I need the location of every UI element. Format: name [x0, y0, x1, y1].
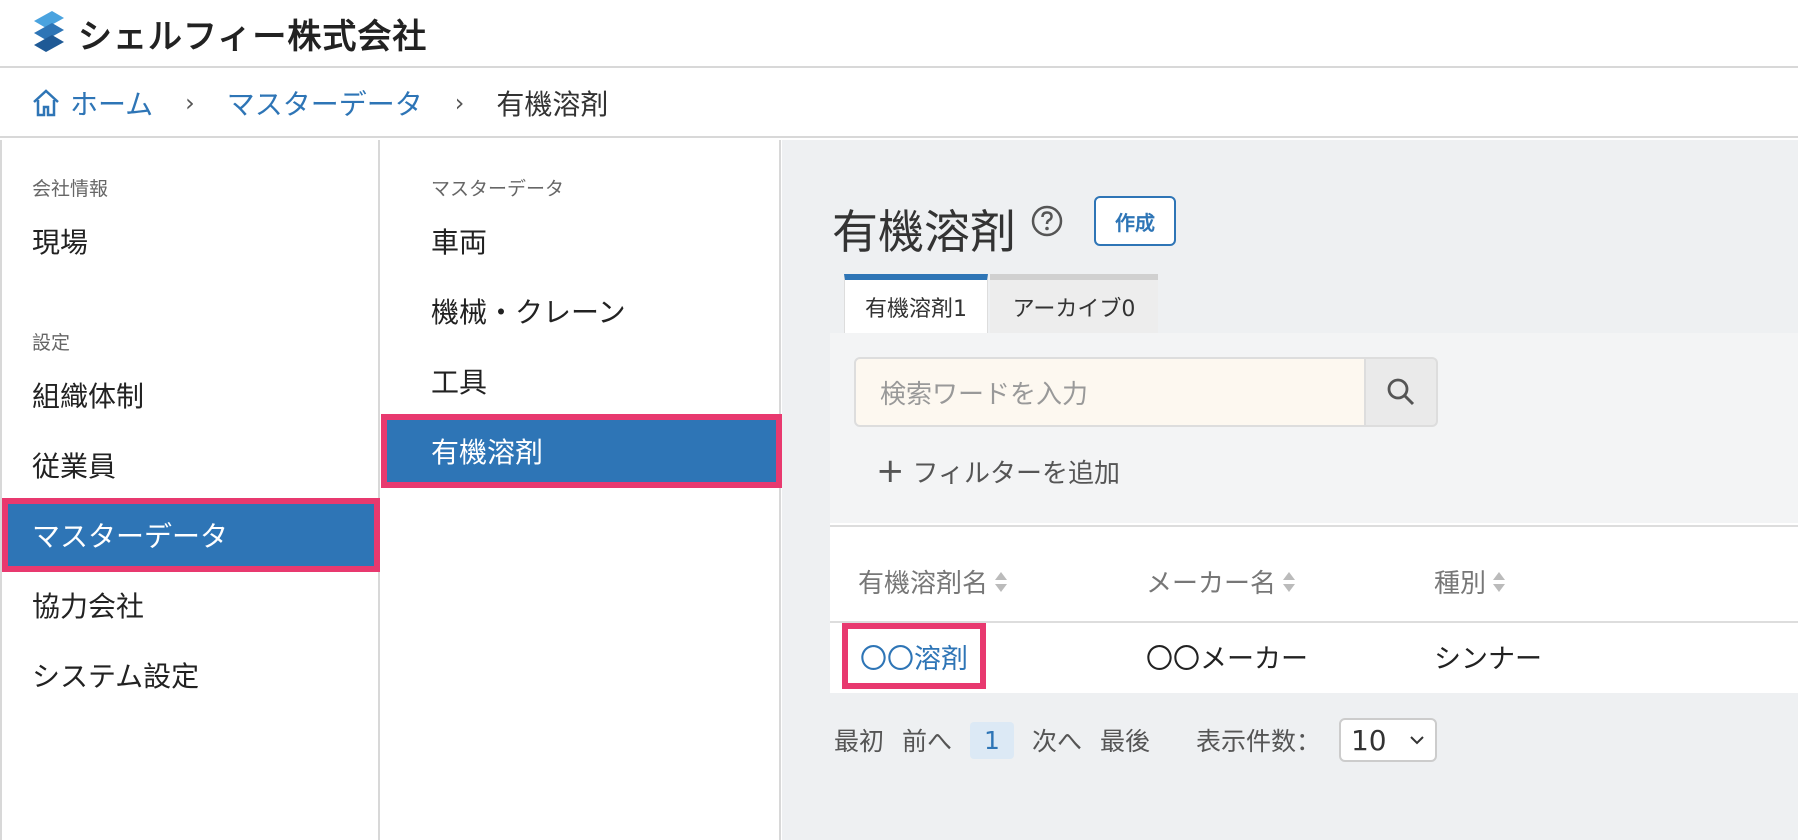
section-label-settings: 設定: [32, 332, 71, 354]
search-input[interactable]: 検索ワードを入力: [854, 357, 1366, 427]
sidebar-item-partner[interactable]: 協力会社: [2, 568, 380, 642]
pager-next[interactable]: 次へ: [1032, 722, 1082, 758]
search-button[interactable]: [1366, 357, 1438, 427]
logo-icon: [34, 11, 64, 52]
sidebar-item-machine[interactable]: 機械・クレーン: [381, 274, 782, 348]
pagination: 最初 前へ 1 次へ 最後 表示件数： 10: [834, 718, 1437, 762]
section-label-master: マスターデータ: [431, 178, 565, 200]
column-header-type-label: 種別: [1434, 569, 1487, 599]
settings-sidebar: 会社情報 現場 設定 組織体制 従業員 マスターデータ 協力会社 システム設定: [0, 140, 380, 840]
company-name: シェルフィー株式会社: [78, 16, 428, 57]
tab-solvent[interactable]: 有機溶剤1: [844, 274, 988, 334]
column-header-maker[interactable]: メーカー名: [1146, 563, 1296, 600]
per-page-select[interactable]: 10: [1338, 718, 1437, 762]
sidebar-item-system[interactable]: システム設定: [2, 638, 380, 712]
search-area: 検索ワードを入力 + フィルターを追加: [830, 333, 1798, 523]
breadcrumb: ホーム › マスターデータ › 有機溶剤: [0, 70, 1798, 138]
per-page-label: 表示件数：: [1195, 727, 1321, 756]
sidebar-item-solvent[interactable]: 有機溶剤: [381, 414, 782, 488]
section-label-company: 会社情報: [32, 178, 109, 200]
type-cell: シンナー: [1434, 644, 1542, 675]
add-filter-button[interactable]: + フィルターを追加: [876, 451, 1120, 491]
home-icon: [33, 89, 59, 117]
maker-cell: 〇〇メーカー: [1146, 644, 1308, 675]
sidebar-item-site[interactable]: 現場: [2, 204, 380, 278]
main-content: 有機溶剤 作成 有機溶剤1 アーカイブ0 検索ワードを入力 + フィルターを追加…: [782, 140, 1798, 840]
page-title: 有機溶剤: [832, 205, 1016, 259]
column-header-type[interactable]: 種別: [1434, 563, 1506, 600]
column-header-maker-label: メーカー名: [1146, 569, 1277, 599]
breadcrumb-home-label: ホーム: [70, 88, 154, 121]
column-header-name[interactable]: 有機溶剤名: [858, 563, 1008, 600]
sidebar-item-master[interactable]: マスターデータ: [2, 498, 380, 572]
help-icon[interactable]: [1030, 204, 1064, 238]
list-panel: 検索ワードを入力 + フィルターを追加 有機溶剤名 メーカー名 種別 〇〇溶剤 …: [830, 333, 1798, 693]
chevron-right-icon: ›: [185, 89, 195, 117]
pager-first[interactable]: 最初: [834, 722, 884, 758]
sidebar-item-employees[interactable]: 従業員: [2, 428, 380, 502]
sidebar-item-tools[interactable]: 工具: [381, 344, 782, 418]
plus-icon: +: [876, 451, 905, 491]
per-page-value: 10: [1350, 723, 1387, 757]
sort-icon: [1283, 571, 1296, 592]
table-row: 〇〇溶剤 〇〇メーカー シンナー: [830, 623, 1798, 689]
app-header: シェルフィー株式会社: [0, 0, 1798, 68]
sort-icon: [995, 571, 1008, 592]
add-filter-label: フィルターを追加: [912, 458, 1120, 489]
table-header: 有機溶剤名 メーカー名 種別: [830, 525, 1798, 623]
pager-last[interactable]: 最後: [1100, 722, 1150, 758]
master-sidebar: マスターデータ 車両 機械・クレーン 工具 有機溶剤: [381, 140, 782, 840]
pager-page[interactable]: 1: [970, 721, 1014, 759]
pager-prev[interactable]: 前へ: [902, 722, 952, 758]
solvent-name-link[interactable]: 〇〇溶剤: [842, 623, 986, 689]
tab-archive[interactable]: アーカイブ0: [990, 274, 1158, 334]
sort-icon: [1493, 571, 1506, 592]
chevron-down-icon: [1410, 736, 1424, 745]
breadcrumb-current: 有機溶剤: [496, 88, 609, 121]
chevron-right-icon: ›: [454, 89, 465, 117]
create-button[interactable]: 作成: [1094, 196, 1176, 246]
sidebar-item-vehicle[interactable]: 車両: [381, 204, 782, 278]
breadcrumb-master[interactable]: マスターデータ: [227, 83, 423, 123]
sidebar-item-org[interactable]: 組織体制: [2, 358, 380, 432]
search-icon: [1387, 378, 1415, 406]
breadcrumb-home[interactable]: ホーム: [30, 83, 153, 123]
column-header-name-label: 有機溶剤名: [858, 569, 989, 599]
